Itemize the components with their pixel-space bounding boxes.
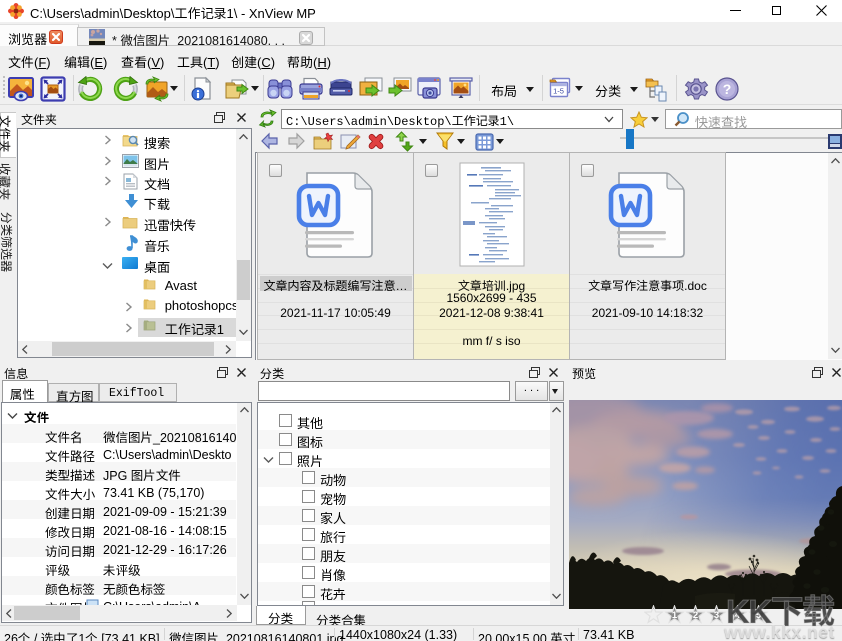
svg-text:2: 2	[693, 610, 698, 621]
svg-text:?: ?	[723, 81, 732, 97]
svg-text:1-5: 1-5	[553, 87, 564, 96]
svg-text:1: 1	[672, 610, 678, 621]
svg-text:3: 3	[714, 610, 719, 621]
